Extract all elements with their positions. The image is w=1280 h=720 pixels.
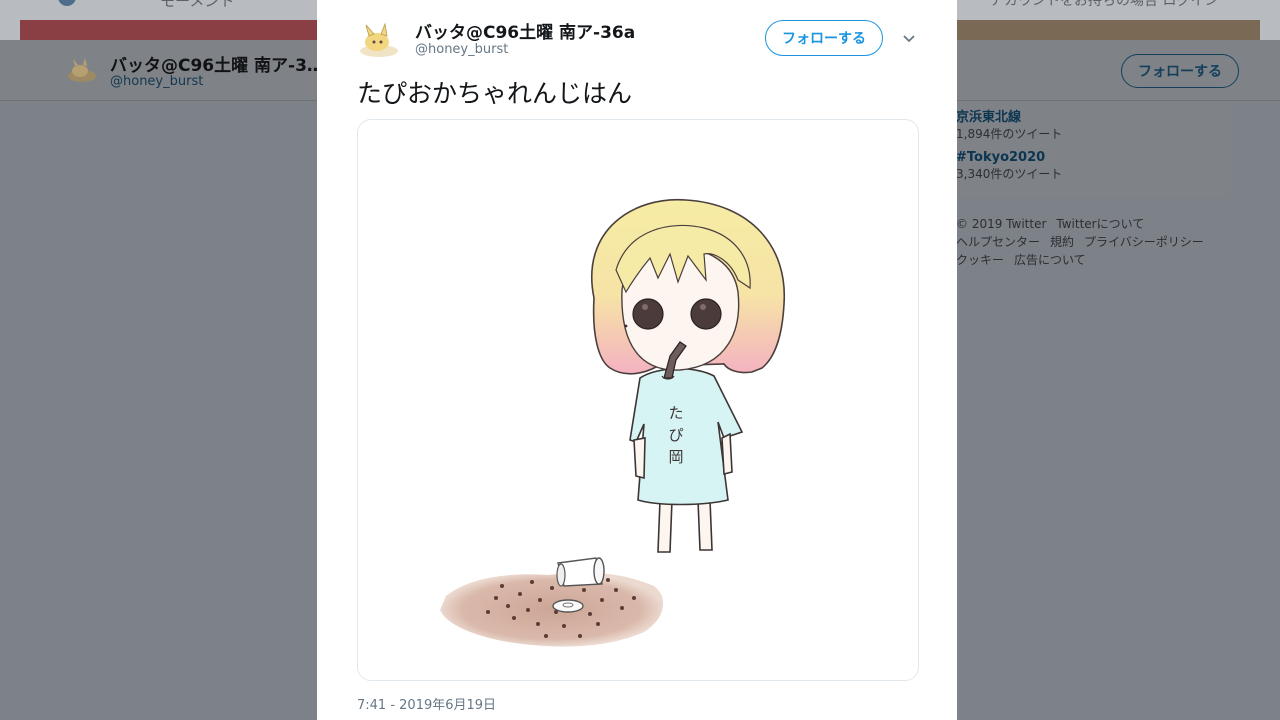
trend-count: 1,894件のツイート [956,127,1063,141]
footer-copyright: © 2019 Twitter [956,217,1047,231]
background-profile-handle: @honey_burst [110,74,204,89]
character-legs [657,499,713,553]
tapioca-spill [440,572,664,647]
trend-item: #Tokyo2020 3,340件のツイート [956,150,1062,182]
tweet-media[interactable]: たぴ岡 [357,119,919,681]
tweet-image: たぴ岡 [440,198,786,647]
footer-link-privacy: プライバシーポリシー [1084,235,1204,249]
nav-login-prompt: アカウントをお持ちの場合 ログイン [990,0,1219,9]
author-name[interactable]: バッタ@C96土曜 南ア-36a [415,18,635,43]
tipped-cup [556,557,605,587]
trend-item: 京浜東北線 1,894件のツイート [956,106,1062,142]
author-avatar[interactable] [357,20,401,60]
trend-count: 3,340件のツイート [956,167,1063,181]
shirt-text-1: たぴ岡 [668,404,683,466]
header-banner-right [957,20,1260,42]
follow-button[interactable]: フォローする [765,20,883,56]
chevron-down-icon[interactable] [899,30,919,48]
tweet-text: たぴおかちゃれんじはん [357,79,633,108]
footer-link-cookies: クッキー [956,253,1005,267]
footer-link-terms: 規約 [1050,235,1075,249]
background-follow-button: フォローする [1121,54,1239,88]
tweet-timestamp[interactable]: 7:41 - 2019年6月19日 [357,694,496,713]
trend-name: 京浜東北線 [956,110,1022,125]
footer-link-help: ヘルプセンター [956,235,1041,249]
avatar [68,58,96,82]
author-handle[interactable]: @honey_burst [415,42,508,57]
twitter-bird-icon [58,0,76,6]
trend-name: #Tokyo2020 [956,150,1046,165]
footer-link-about: Twitterについて [1056,217,1145,231]
nav-moments: モーメント [160,0,235,10]
footer-links: © 2019 Twitter Twitterについて ヘルプセンター 規約 プライバシ… [956,215,1236,269]
cup-lid [552,599,584,613]
tweet-modal: バッタ@C96土曜 南ア-36a @honey_burst フォローする たぴお… [317,0,957,720]
footer-link-ads: 広告について [1014,253,1086,267]
background-profile-name: バッタ@C96土曜 南ア-3… [110,56,324,76]
